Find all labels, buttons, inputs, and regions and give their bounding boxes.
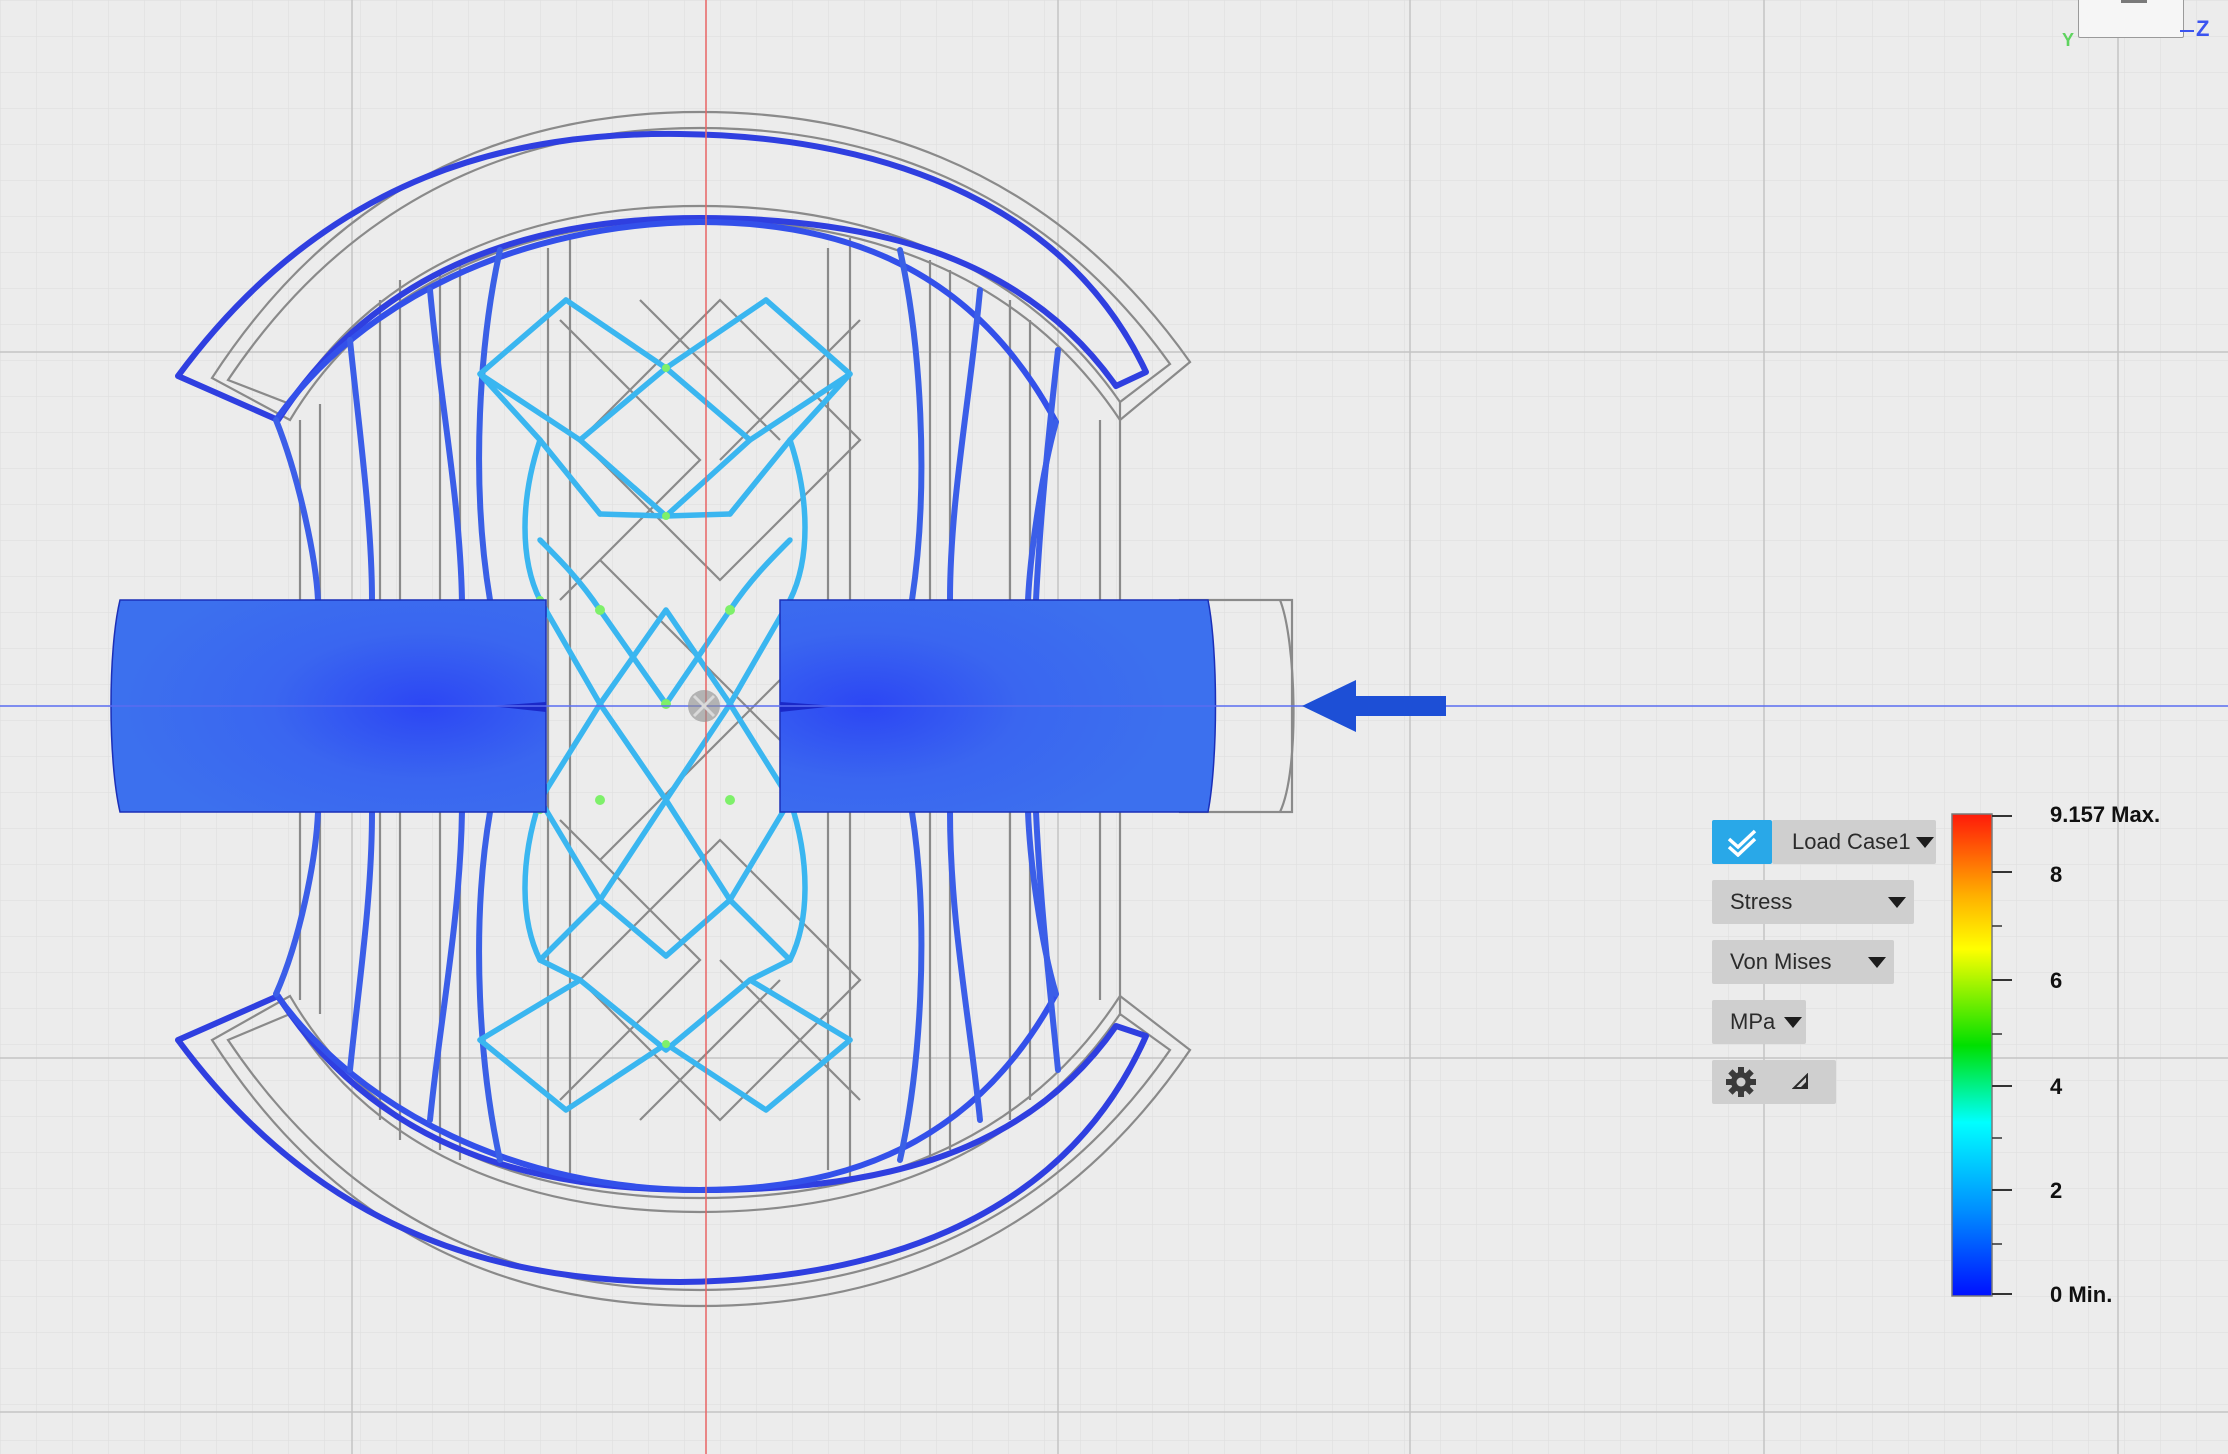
stress-type-label: Von Mises <box>1730 949 1832 974</box>
settings-button[interactable] <box>1712 1060 1836 1104</box>
gear-icon <box>1726 1067 1756 1097</box>
legend-tick-label: 8 <box>2050 862 2063 887</box>
units-dropdown[interactable]: MPa <box>1712 1000 1806 1044</box>
origin-marker <box>688 690 720 722</box>
chevron-down-icon <box>1916 837 1934 848</box>
corner-triangle-icon[interactable] <box>1792 1073 1810 1091</box>
load-case-checkbox[interactable] <box>1712 820 1772 864</box>
legend-tick-label: 4 <box>2050 1074 2063 1099</box>
chevron-down-icon <box>1784 1017 1802 1028</box>
load-case-label: Load Case1 <box>1792 829 1911 854</box>
axis-z-line <box>2180 30 2194 32</box>
view-cube[interactable] <box>2078 0 2184 38</box>
legend-tick-label: 6 <box>2050 968 2063 993</box>
chevron-down-icon <box>1888 897 1906 908</box>
result-type-dropdown[interactable]: Stress <box>1712 880 1914 924</box>
double-check-icon <box>1727 829 1757 857</box>
load-case-dropdown[interactable]: Load Case1 <box>1772 820 1936 864</box>
3d-viewport[interactable] <box>0 0 2228 1454</box>
axis-z-label: Z <box>2196 16 2210 41</box>
result-type-label: Stress <box>1730 889 1793 914</box>
legend-max-label: 9.157 Max. <box>2050 802 2161 827</box>
view-cube-face-icon <box>2121 0 2147 3</box>
chevron-down-icon <box>1868 957 1886 968</box>
legend-tick-label: 2 <box>2050 1178 2063 1203</box>
stress-type-dropdown[interactable]: Von Mises <box>1712 940 1894 984</box>
legend-min-label: 0 Min. <box>2050 1282 2113 1307</box>
axis-y-label: Y <box>2062 30 2075 50</box>
viewport-canvas[interactable] <box>0 0 2228 1454</box>
units-label: MPa <box>1730 1009 1776 1034</box>
